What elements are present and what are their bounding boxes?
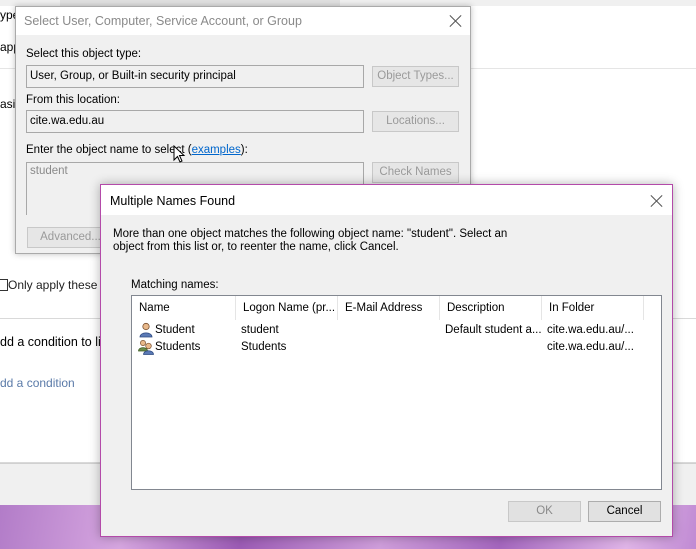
ok-button[interactable]: OK: [508, 501, 581, 522]
row-email: [343, 322, 438, 339]
close-icon[interactable]: [649, 193, 665, 209]
column-header-email[interactable]: E-Mail Address: [338, 296, 440, 320]
row-description: Default student a...: [445, 324, 542, 336]
close-icon[interactable]: [448, 13, 464, 29]
multiple-names-message: More than one object matches the followi…: [113, 228, 508, 253]
examples-link[interactable]: examples: [192, 144, 241, 156]
location-field: cite.wa.edu.au: [26, 110, 364, 133]
background-text-fragment: asi: [0, 97, 16, 111]
select-dialog-title: Select User, Computer, Service Account, …: [24, 14, 302, 28]
row-logon-name: Students: [241, 341, 287, 353]
row-in-folder: cite.wa.edu.au/...: [547, 341, 634, 353]
location-label: From this location:: [26, 94, 120, 106]
matching-names-list[interactable]: Name Logon Name (pr... E-Mail Address De…: [131, 295, 662, 490]
row-name: Student: [155, 324, 195, 336]
column-header-description[interactable]: Description: [440, 296, 542, 320]
list-header: Name Logon Name (pr... E-Mail Address De…: [132, 296, 661, 320]
object-type-label: Select this object type:: [26, 48, 142, 60]
row-email: [343, 339, 438, 356]
mouse-cursor-icon: [173, 145, 186, 163]
locations-button[interactable]: Locations...: [372, 111, 459, 132]
multiple-names-title: Multiple Names Found: [110, 194, 236, 208]
group-icon: [138, 340, 154, 355]
row-in-folder: cite.wa.edu.au/...: [547, 324, 634, 336]
table-row[interactable]: Students Students cite.wa.edu.au/...: [132, 339, 661, 356]
matching-names-label: Matching names:: [131, 279, 219, 291]
select-dialog-titlebar: Select User, Computer, Service Account, …: [16, 7, 470, 35]
column-header-in-folder[interactable]: In Folder: [542, 296, 644, 320]
add-condition-text: dd a condition to li: [0, 335, 101, 349]
multiple-names-titlebar: Multiple Names Found: [101, 185, 672, 215]
row-description: [445, 339, 542, 356]
enter-name-label: Enter the object name to select (example…: [26, 144, 248, 156]
column-header-logon-name[interactable]: Logon Name (pr...: [236, 296, 338, 320]
table-row[interactable]: Student student Default student a... cit…: [132, 322, 661, 339]
object-type-field: User, Group, or Built-in security princi…: [26, 65, 364, 88]
row-name: Students: [155, 341, 201, 353]
multiple-names-dialog: Multiple Names Found More than one objec…: [100, 184, 673, 537]
user-icon: [139, 322, 153, 338]
add-condition-link[interactable]: dd a condition: [0, 376, 75, 390]
object-types-button[interactable]: Object Types...: [372, 66, 459, 87]
cancel-button[interactable]: Cancel: [588, 501, 661, 522]
row-logon-name: student: [241, 324, 279, 336]
check-names-button[interactable]: Check Names: [372, 162, 459, 183]
only-apply-label: Only apply these p: [8, 278, 108, 292]
column-header-name[interactable]: Name: [132, 296, 236, 320]
only-apply-checkbox[interactable]: [0, 279, 8, 291]
